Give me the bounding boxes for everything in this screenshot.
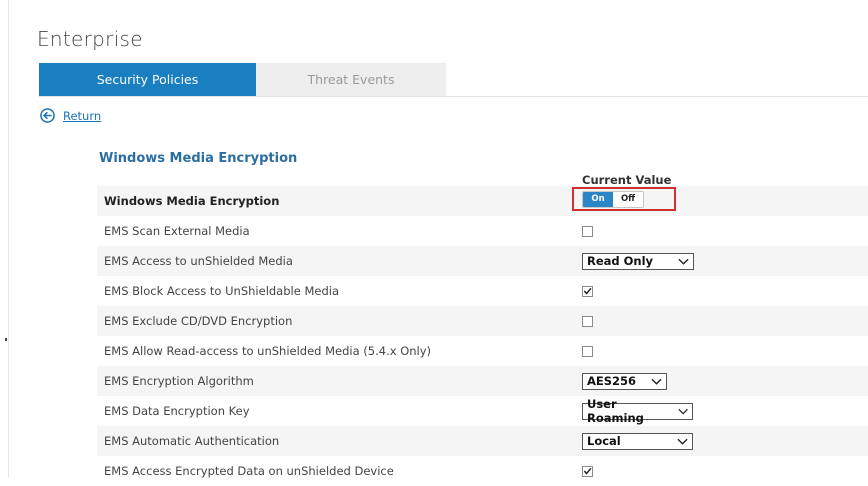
checkmark-icon [583,287,592,295]
return-link[interactable]: Return [40,108,101,123]
data-encryption-key-select[interactable]: User Roaming [582,397,693,425]
tab-threat-events[interactable]: Threat Events [256,63,446,96]
toggle-off-button[interactable]: Off [613,191,643,207]
policy-row-block-unshieldable-media: EMS Block Access to UnShieldable Media [97,276,868,306]
edge-mark [5,338,7,341]
chevron-down-icon [677,438,688,445]
back-arrow-circle-icon [40,108,55,123]
tab-divider [39,96,868,97]
policy-table: Windows Media Encryption On Off EMS Scan… [97,186,868,486]
policy-row-data-encryption-key: EMS Data Encryption Key User Roaming [97,396,868,426]
policy-row-allow-read-access: EMS Allow Read-access to unShielded Medi… [97,336,868,366]
checkmark-icon [583,467,592,475]
select-value: Local [587,434,621,448]
page-title: Enterprise [37,27,143,51]
tab-bar: Security Policies Threat Events [39,63,446,96]
toggle-on-button[interactable]: On [583,191,613,207]
scan-external-media-checkbox[interactable] [582,225,593,237]
policy-row-encryption-algorithm: EMS Encryption Algorithm AES256 [97,366,868,396]
current-value-header: Current Value [582,173,672,187]
toggle-highlight: On Off [572,187,676,211]
policy-label: EMS Allow Read-access to unShielded Medi… [104,344,432,358]
policy-row-automatic-authentication: EMS Automatic Authentication Local [97,426,868,456]
policy-row-exclude-cd-dvd: EMS Exclude CD/DVD Encryption [97,306,868,336]
left-border [8,0,9,478]
automatic-authentication-select[interactable]: Local [582,432,693,450]
policy-label: EMS Data Encryption Key [104,404,250,418]
policy-label: EMS Exclude CD/DVD Encryption [104,314,293,328]
policy-label: Windows Media Encryption [104,194,280,208]
select-value: Read Only [587,254,654,268]
chevron-down-icon [651,378,662,385]
policy-row-windows-media-encryption: Windows Media Encryption On Off [97,186,868,216]
access-encrypted-data-checkbox[interactable] [582,465,593,477]
section-title: Windows Media Encryption [99,151,298,166]
policy-row-access-unshielded-media: EMS Access to unShielded Media Read Only [97,246,868,276]
chevron-down-icon [678,408,688,415]
policy-row-access-encrypted-data: EMS Access Encrypted Data on unShielded … [97,456,868,486]
policy-label: EMS Access to unShielded Media [104,254,293,268]
policy-row-scan-external-media: EMS Scan External Media [97,216,868,246]
allow-read-access-checkbox[interactable] [582,345,593,357]
block-unshieldable-media-checkbox[interactable] [582,285,593,297]
select-value: User Roaming [587,397,644,425]
policy-label: EMS Scan External Media [104,224,250,238]
chevron-down-icon [678,258,689,265]
exclude-cd-dvd-checkbox[interactable] [582,315,593,327]
tab-security-policies[interactable]: Security Policies [39,63,256,96]
access-unshielded-media-select[interactable]: Read Only [582,252,694,270]
on-off-toggle[interactable]: On Off [582,190,644,208]
policy-label: EMS Automatic Authentication [104,434,280,448]
policy-label: EMS Encryption Algorithm [104,374,254,388]
policy-label: EMS Block Access to UnShieldable Media [104,284,339,298]
return-label[interactable]: Return [63,109,101,123]
policy-label: EMS Access Encrypted Data on unShielded … [104,464,394,478]
encryption-algorithm-select[interactable]: AES256 [582,372,667,390]
select-value: AES256 [587,374,637,388]
